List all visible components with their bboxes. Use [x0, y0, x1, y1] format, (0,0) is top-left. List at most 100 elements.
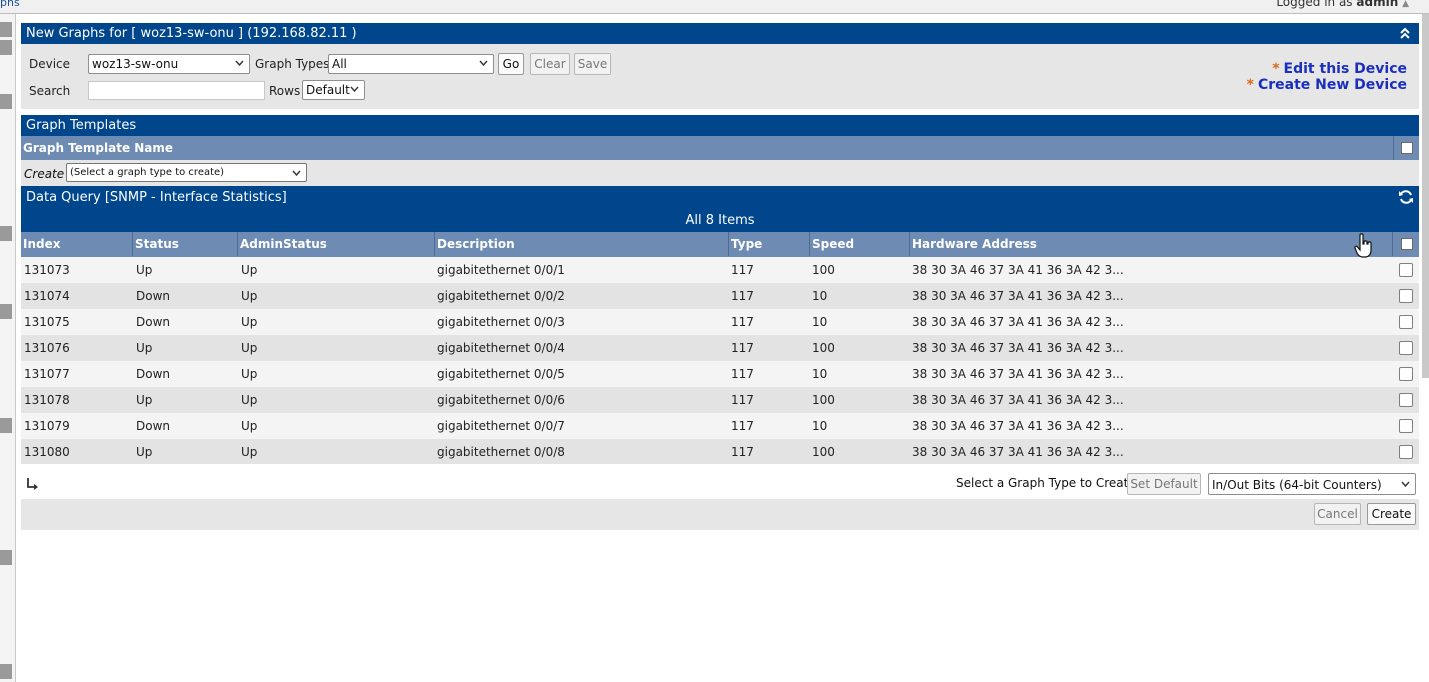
graph-templates-header: Graph Templates [21, 115, 1419, 136]
cell-status: Up [136, 393, 153, 407]
create-device-link[interactable]: * Create New Device [1247, 77, 1407, 93]
table-row[interactable]: 131073 Up Up gigabitethernet 0/0/1 117 1… [21, 257, 1419, 283]
cell-hardware-address: 38 30 3A 46 37 3A 41 36 3A 42 3... [912, 419, 1124, 433]
rail-tab[interactable] [0, 40, 12, 55]
rail-tab[interactable] [0, 94, 12, 109]
column-admin-status[interactable]: AdminStatus [238, 232, 435, 256]
reload-icon[interactable] [1398, 189, 1414, 205]
cell-type: 117 [731, 263, 754, 277]
row-checkbox[interactable] [1399, 419, 1413, 433]
table-row[interactable]: 131078 Up Up gigabitethernet 0/0/6 117 1… [21, 387, 1419, 413]
cell-speed: 10 [812, 367, 828, 381]
rows-select[interactable]: Default [302, 80, 365, 100]
cell-status: Up [136, 445, 153, 459]
data-query-title: Data Query [SNMP - Interface Statistics] [26, 190, 287, 205]
cell-hardware-address: 38 30 3A 46 37 3A 41 36 3A 42 3... [912, 263, 1124, 277]
cell-speed: 100 [812, 263, 835, 277]
caret-up-icon[interactable]: ▲ [1402, 0, 1409, 9]
column-description[interactable]: Description [435, 232, 729, 256]
new-graphs-header: New Graphs for [ woz13-sw-onu ] (192.168… [21, 23, 1419, 44]
row-checkbox[interactable] [1399, 445, 1413, 459]
cell-hardware-address: 38 30 3A 46 37 3A 41 36 3A 42 3... [912, 341, 1124, 355]
rail-tab[interactable] [0, 418, 12, 433]
graph-types-select[interactable]: All [328, 54, 494, 74]
device-label: Device [29, 57, 71, 71]
table-row[interactable]: 131075 Down Up gigabitethernet 0/0/3 117… [21, 309, 1419, 335]
cell-admin-status: Up [241, 367, 258, 381]
row-checkbox[interactable] [1399, 263, 1413, 277]
select-all-templates-checkbox[interactable] [1401, 142, 1413, 154]
table-row[interactable]: 131076 Up Up gigabitethernet 0/0/4 117 1… [21, 335, 1419, 361]
column-status[interactable]: Status [133, 232, 238, 256]
row-checkbox[interactable] [1399, 315, 1413, 329]
go-button[interactable]: Go [498, 53, 524, 75]
cell-description: gigabitethernet 0/0/4 [437, 341, 565, 355]
graph-types-label: Graph Types [255, 57, 330, 71]
graph-type-create-value: (Select a graph type to create) [70, 167, 225, 178]
chevron-down-icon [235, 60, 244, 66]
vertical-scrollbar[interactable] [1422, 14, 1429, 378]
rail-tab[interactable] [0, 226, 12, 241]
column-index[interactable]: Index [21, 232, 133, 256]
cell-type: 117 [731, 341, 754, 355]
rail-tab[interactable] [0, 22, 12, 37]
graph-type-select[interactable]: In/Out Bits (64-bit Counters) [1208, 473, 1416, 495]
device-select[interactable]: woz13-sw-onu [88, 54, 250, 74]
cell-description: gigabitethernet 0/0/1 [437, 263, 565, 277]
cell-admin-status: Up [241, 289, 258, 303]
column-speed[interactable]: Speed [810, 232, 910, 256]
cell-admin-status: Up [241, 419, 258, 433]
graph-type-select-value: In/Out Bits (64-bit Counters) [1212, 478, 1382, 492]
graph-templates-title: Graph Templates [26, 118, 137, 133]
row-checkbox[interactable] [1399, 341, 1413, 355]
double-chevron-up-icon[interactable] [1399, 26, 1411, 40]
save-button[interactable]: Save [574, 53, 611, 75]
cell-status: Down [136, 315, 171, 329]
set-default-button[interactable]: Set Default [1127, 473, 1201, 495]
cell-type: 117 [731, 393, 754, 407]
cancel-button[interactable]: Cancel [1314, 503, 1361, 525]
cell-status: Up [136, 341, 153, 355]
edit-device-link[interactable]: * Edit this Device [1272, 61, 1407, 77]
graph-type-create-select[interactable]: (Select a graph type to create) [66, 163, 307, 182]
cell-description: gigabitethernet 0/0/2 [437, 289, 565, 303]
rail-tab[interactable] [0, 550, 12, 565]
create-button[interactable]: Create [1367, 503, 1416, 525]
table-row[interactable]: 131077 Down Up gigabitethernet 0/0/5 117… [21, 361, 1419, 387]
cell-speed: 100 [812, 341, 835, 355]
search-input[interactable] [88, 81, 265, 100]
rail-tab[interactable] [0, 664, 12, 679]
search-label: Search [29, 84, 71, 98]
data-query-header: Data Query [SNMP - Interface Statistics]… [21, 186, 1419, 232]
form-actions: Cancel Create [21, 499, 1419, 530]
chevron-down-icon [292, 170, 301, 176]
column-type[interactable]: Type [729, 232, 810, 256]
rows-label: Rows [269, 84, 301, 98]
graph-types-select-value: All [332, 57, 347, 71]
table-row[interactable]: 131079 Down Up gigabitethernet 0/0/7 117… [21, 413, 1419, 439]
rail-tab[interactable] [0, 304, 12, 319]
device-select-value: woz13-sw-onu [92, 57, 179, 71]
cell-speed: 100 [812, 393, 835, 407]
filter-panel: Device woz13-sw-onu Graph Types All Go C… [21, 44, 1419, 109]
items-summary: All 8 Items [685, 213, 755, 228]
top-nav-link[interactable]: phs [0, 0, 20, 9]
page-title: New Graphs for [ woz13-sw-onu ] (192.168… [26, 26, 357, 41]
row-checkbox[interactable] [1399, 393, 1413, 407]
cell-speed: 10 [812, 315, 828, 329]
cell-hardware-address: 38 30 3A 46 37 3A 41 36 3A 42 3... [912, 393, 1124, 407]
clear-button[interactable]: Clear [530, 53, 570, 75]
row-checkbox[interactable] [1399, 367, 1413, 381]
cell-admin-status: Up [241, 263, 258, 277]
create-label: Create [24, 167, 65, 181]
column-hardware-address[interactable]: Hardware Address [910, 232, 1393, 256]
table-row[interactable]: 131080 Up Up gigabitethernet 0/0/8 117 1… [21, 439, 1419, 465]
graph-template-name-column: Graph Template Name [23, 141, 174, 155]
chevron-down-icon [479, 60, 488, 66]
select-all-rows-checkbox[interactable] [1401, 238, 1413, 250]
logged-in-user[interactable]: admin [1356, 0, 1398, 9]
table-row[interactable]: 131074 Down Up gigabitethernet 0/0/2 117… [21, 283, 1419, 309]
cell-index: 131080 [24, 445, 70, 459]
required-star: * [1246, 77, 1254, 93]
row-checkbox[interactable] [1399, 289, 1413, 303]
